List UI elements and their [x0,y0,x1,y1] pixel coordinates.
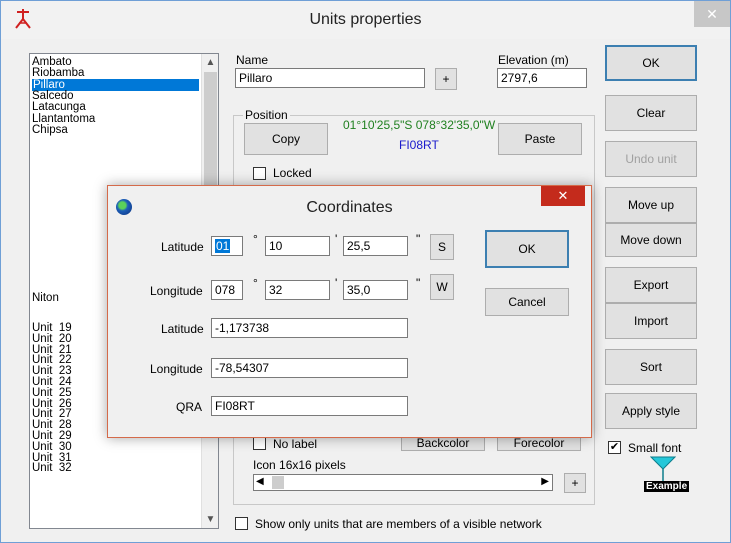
sort-button[interactable]: Sort [605,349,697,385]
list-item[interactable]: Pillaro [32,78,199,91]
longitude-decimal-input[interactable]: -78,54307 [211,358,408,378]
latitude-seconds-input[interactable]: 25,5 [343,236,408,256]
longitude-hemisphere-button[interactable]: W [430,274,454,300]
position-group-title: Position [243,108,290,122]
name-label: Name [236,53,269,67]
name-plus-button[interactable]: + [435,68,457,90]
scroll-down-icon[interactable]: ▼ [202,511,218,528]
list-item[interactable]: Salcedo [32,90,74,102]
close-icon: ✕ [706,6,718,22]
move-down-button[interactable]: Move down [605,223,697,257]
longitude-degrees-input[interactable]: 078 [211,280,243,300]
ok-button[interactable]: OK [605,45,697,81]
clear-button[interactable]: Clear [605,95,697,131]
undo-unit-button[interactable]: Undo unit [605,141,697,177]
scroll-thumb-horizontal[interactable] [272,476,284,489]
list-item[interactable]: Ambato [32,56,72,68]
show-only-label: Show only units that are members of a vi… [255,517,542,531]
locked-label: Locked [273,166,312,180]
show-only-checkbox[interactable] [235,517,248,530]
list-item[interactable]: Chipsa [32,124,68,136]
latitude-degrees-input[interactable]: 01 [211,236,243,256]
coordinates-close-button[interactable]: ✕ [541,186,585,206]
longitude-decimal-label: Longitude [150,362,203,376]
degree-symbol: ° [253,276,258,290]
window-close-button[interactable]: ✕ [694,1,730,27]
small-font-label: Small font [628,441,682,455]
paste-button[interactable]: Paste [498,123,582,155]
scroll-up-icon[interactable]: ▲ [202,54,218,71]
position-coordinates-text: 01°10'25,5"S 078°32'35,0"W [343,118,496,132]
elevation-label: Elevation (m) [498,53,569,67]
no-label-text: No label [273,437,318,451]
minute-symbol: ' [335,232,338,246]
move-up-button[interactable]: Move up [605,187,697,223]
scroll-left-icon[interactable]: ◀ [256,476,264,487]
icon-plus-button[interactable]: + [564,473,586,493]
elevation-input[interactable]: 2797,6 [497,68,587,88]
name-input[interactable]: Pillaro [235,68,425,88]
list-item[interactable]: Latacunga [32,101,86,113]
title-bar: Units properties ✕ [1,1,730,39]
list-item[interactable]: Niton [32,292,59,304]
latitude-degrees-value: 01 [215,239,231,253]
minute-symbol: ' [335,276,338,290]
apply-style-button[interactable]: Apply style [605,393,697,429]
degree-symbol: ° [253,232,258,246]
example-label: Example [644,481,690,492]
small-font-checkbox[interactable]: ✔ [608,441,621,454]
icon-size-label: Icon 16x16 pixels [253,458,346,472]
coordinates-cancel-button[interactable]: Cancel [485,288,569,316]
qra-label: QRA [176,400,203,414]
coordinates-title: Coordinates [306,199,393,216]
scroll-right-icon[interactable]: ▶ [541,476,549,487]
latitude-minutes-input[interactable]: 10 [265,236,330,256]
position-qra-text: FI08RT [399,138,439,152]
longitude-label: Longitude [150,284,203,298]
no-label-checkbox[interactable] [253,437,266,450]
qra-input[interactable]: FI08RT [211,396,408,416]
copy-button[interactable]: Copy [244,123,328,155]
close-icon: ✕ [557,188,569,203]
coordinates-dialog: Coordinates ✕ Latitude 01 ° 10 ' 25,5 " … [107,185,592,438]
latitude-label: Latitude [161,240,204,254]
longitude-minutes-input[interactable]: 32 [265,280,330,300]
latitude-decimal-label: Latitude [161,322,204,336]
import-button[interactable]: Import [605,303,697,339]
icon-scrollbar[interactable]: ◀ ▶ [253,474,553,491]
second-symbol: " [416,276,421,290]
list-item[interactable]: Unit 32 [32,462,72,474]
second-symbol: " [416,232,421,246]
list-item[interactable]: Riobamba [32,67,84,79]
window-title: Units properties [309,11,422,28]
triangle-marker-icon [650,456,676,481]
locked-checkbox[interactable] [253,167,266,180]
latitude-decimal-input[interactable]: -1,173738 [211,318,408,338]
latitude-hemisphere-button[interactable]: S [430,234,454,260]
longitude-seconds-input[interactable]: 35,0 [343,280,408,300]
export-button[interactable]: Export [605,267,697,303]
coordinates-ok-button[interactable]: OK [485,230,569,268]
list-item[interactable]: Llantantoma [32,113,95,125]
